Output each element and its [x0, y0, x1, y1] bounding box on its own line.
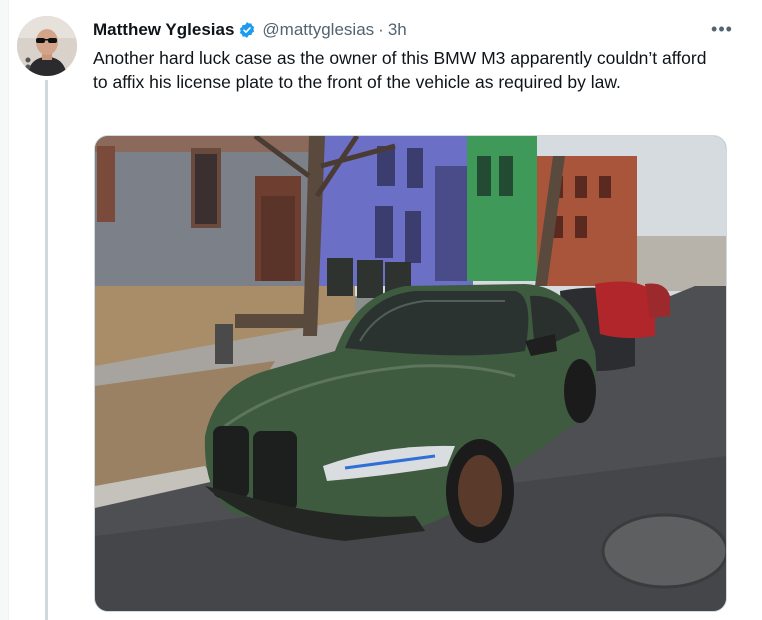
timeline-edge	[0, 0, 9, 620]
separator-dot: ·	[378, 20, 384, 39]
tweet-text: Another hard luck case as the owner of t…	[93, 48, 707, 92]
avatar-image	[17, 16, 77, 76]
avatar[interactable]	[17, 16, 77, 76]
photo-bmw-m3-parked	[95, 136, 726, 611]
tweet-header: Matthew Yglesias @mattyglesias · 3h	[93, 18, 742, 42]
user-handle[interactable]: @mattyglesias	[262, 20, 374, 40]
verified-badge-icon[interactable]	[238, 21, 256, 39]
tweet[interactable]: Matthew Yglesias @mattyglesias · 3h ••• …	[0, 0, 762, 620]
more-options-icon[interactable]: •••	[710, 18, 734, 40]
tweet-photo[interactable]	[94, 135, 727, 612]
timestamp[interactable]: 3h	[388, 20, 407, 40]
display-name[interactable]: Matthew Yglesias	[93, 20, 234, 40]
thread-line	[45, 80, 48, 620]
